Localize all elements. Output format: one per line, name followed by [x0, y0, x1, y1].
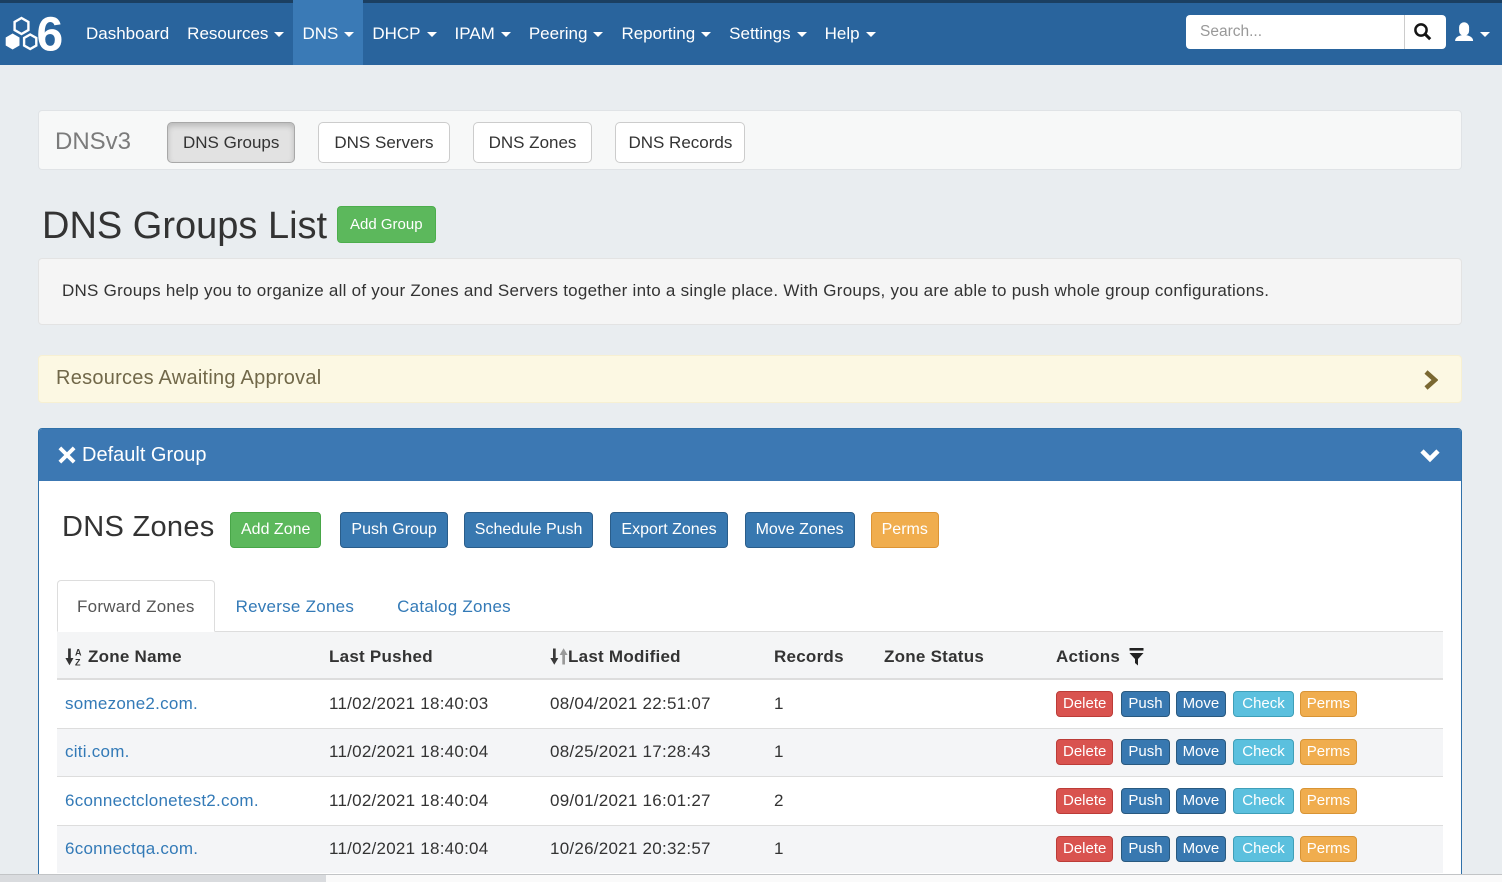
- svg-text:Z: Z: [75, 657, 81, 665]
- svg-text:A: A: [75, 648, 82, 658]
- svg-text:6: 6: [37, 13, 64, 57]
